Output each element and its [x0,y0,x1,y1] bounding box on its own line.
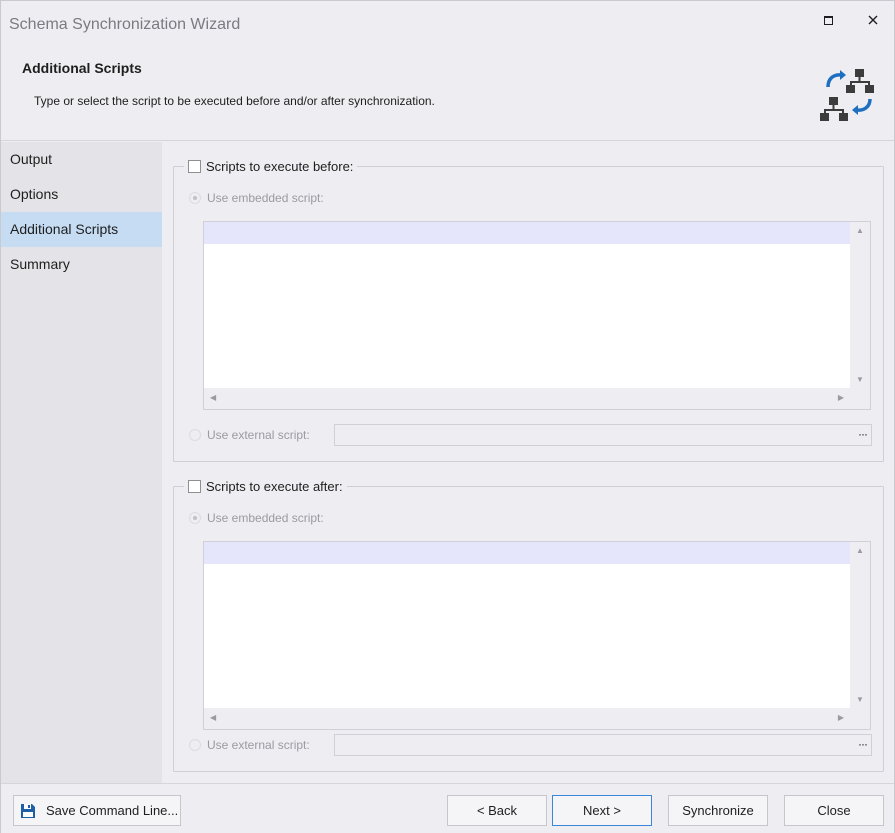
wizard-window: Schema Synchronization Wizard Additional… [0,0,895,833]
after-external-label: Use external script: [207,738,310,752]
scripts-after-checkbox[interactable] [188,479,201,493]
scroll-right-icon[interactable]: ▶ [838,393,844,402]
sidebar-item-summary[interactable]: Summary [1,247,162,282]
before-script-editor[interactable]: ▲ ▼ ◀ ▶ [203,221,871,410]
sidebar-item-options[interactable]: Options [1,177,162,212]
before-horizontal-scrollbar[interactable]: ◀ ▶ [204,388,850,409]
maximize-icon [823,15,833,25]
scroll-up-icon[interactable]: ▲ [856,546,864,555]
page-description: Type or select the script to be executed… [34,94,435,108]
after-script-editor[interactable]: ▲ ▼ ◀ ▶ [203,541,871,730]
close-window-button[interactable] [859,9,887,31]
wizard-sidebar: Output Options Additional Scripts Summar… [1,142,162,783]
page-title: Additional Scripts [22,60,142,76]
synchronize-button[interactable]: Synchronize [668,795,768,826]
scroll-corner [850,708,870,729]
scripts-after-group: Scripts to execute after: Use embedded s… [173,476,884,772]
next-button[interactable]: Next > [552,795,652,826]
back-button[interactable]: < Back [447,795,547,826]
after-external-option[interactable]: Use external script: [189,738,310,752]
after-vertical-scrollbar[interactable]: ▲ ▼ [850,542,870,708]
after-external-path-input[interactable]: ··· [334,734,872,756]
scroll-down-icon[interactable]: ▼ [856,695,864,704]
close-button[interactable]: Close [784,795,884,826]
scripts-after-label: Scripts to execute after: [206,478,343,494]
after-horizontal-scrollbar[interactable]: ◀ ▶ [204,708,850,729]
sidebar-item-additional-scripts[interactable]: Additional Scripts [1,212,162,247]
scripts-before-legend: Scripts to execute before: [184,156,358,176]
before-external-path-input[interactable]: ··· [334,424,872,446]
before-external-radio[interactable] [189,429,201,441]
scroll-up-icon[interactable]: ▲ [856,226,864,235]
maximize-button[interactable] [814,9,842,31]
editor-current-line [204,542,850,564]
after-embedded-label: Use embedded script: [207,511,324,525]
wizard-footer: Save Command Line... < Back Next > Synch… [1,783,894,833]
after-browse-button[interactable]: ··· [858,737,868,751]
scripts-before-group: Scripts to execute before: Use embedded … [173,156,884,462]
before-embedded-option[interactable]: Use embedded script: [189,191,324,205]
close-icon [868,15,878,25]
scroll-right-icon[interactable]: ▶ [838,713,844,722]
scripts-before-label: Scripts to execute before: [206,158,354,174]
before-vertical-scrollbar[interactable]: ▲ ▼ [850,222,870,388]
schema-sync-icon [820,69,874,121]
before-embedded-radio[interactable] [189,192,201,204]
window-title: Schema Synchronization Wizard [9,16,241,33]
save-command-line-label: Save Command Line... [46,803,179,818]
scroll-corner [850,388,870,409]
after-embedded-radio[interactable] [189,512,201,524]
scripts-before-checkbox[interactable] [188,159,201,173]
title-bar: Schema Synchronization Wizard [1,1,894,49]
save-command-line-button[interactable]: Save Command Line... [13,795,181,826]
before-browse-button[interactable]: ··· [858,427,868,441]
before-external-label: Use external script: [207,428,310,442]
before-embedded-label: Use embedded script: [207,191,324,205]
wizard-header: Additional Scripts Type or select the sc… [1,49,894,141]
after-external-radio[interactable] [189,739,201,751]
after-embedded-option[interactable]: Use embedded script: [189,511,324,525]
sidebar-item-output[interactable]: Output [1,142,162,177]
scroll-down-icon[interactable]: ▼ [856,375,864,384]
scroll-left-icon[interactable]: ◀ [210,393,216,402]
editor-current-line [204,222,850,244]
wizard-content: Scripts to execute before: Use embedded … [162,142,894,783]
floppy-disk-icon [21,803,35,818]
scripts-after-legend: Scripts to execute after: [184,476,347,496]
before-external-option[interactable]: Use external script: [189,428,310,442]
scroll-left-icon[interactable]: ◀ [210,713,216,722]
